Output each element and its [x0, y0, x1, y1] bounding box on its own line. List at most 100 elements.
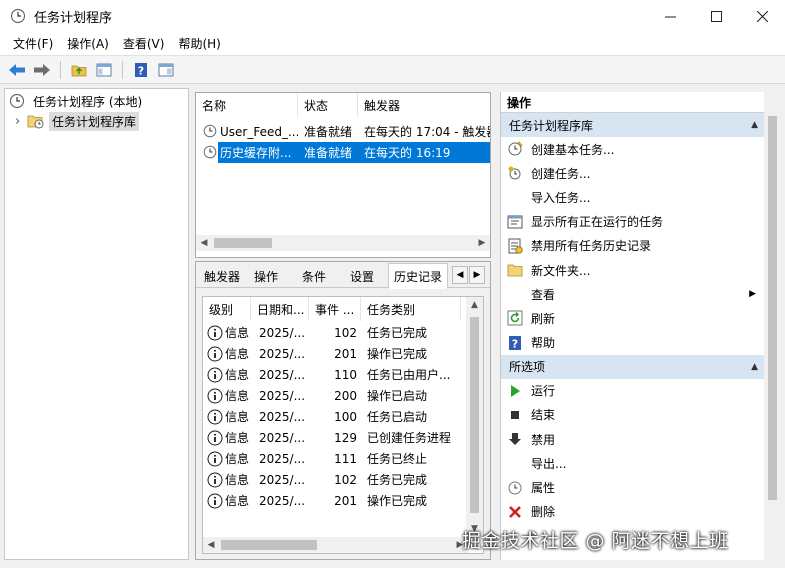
refresh-icon	[507, 310, 523, 326]
action-label: 显示所有正在运行的任务	[531, 215, 664, 230]
column-header-level[interactable]: 级别	[203, 297, 251, 321]
scrollbar-thumb[interactable]	[470, 317, 479, 513]
task-row-selected[interactable]: 历史缓存附... 准备就绪 在每天的 16:19	[196, 142, 490, 163]
action-item[interactable]: 查看 ▶	[501, 282, 764, 306]
history-level: 信息	[225, 368, 250, 382]
column-header-category[interactable]: 任务类别	[361, 297, 461, 321]
history-row[interactable]: 信息 2025/... 201 操作已完成	[203, 490, 467, 511]
column-header-event[interactable]: 事件 ...	[309, 297, 361, 321]
action-item[interactable]: 禁用所有任务历史记录	[501, 234, 764, 258]
history-row[interactable]: 信息 2025/... 201 操作已完成	[203, 343, 467, 364]
section-header-library[interactable]: 任务计划程序库 ▲	[501, 113, 764, 137]
action-item[interactable]: 显示所有正在运行的任务	[501, 210, 764, 234]
history-row[interactable]: 信息 2025/... 110 任务已由用户...	[203, 364, 467, 385]
run-icon	[507, 383, 523, 399]
minimize-icon	[664, 16, 676, 17]
action-item[interactable]: ? 帮助	[501, 331, 764, 355]
column-header-name[interactable]: 名称	[196, 93, 298, 117]
history-category: 已创建任务进程	[367, 431, 452, 445]
up-folder-button[interactable]	[68, 59, 90, 81]
tab-triggers[interactable]: 触发器	[200, 265, 244, 288]
action-item[interactable]: 创建任务...	[501, 161, 764, 185]
help-icon: ?	[507, 335, 523, 351]
tab-actions[interactable]: 操作	[248, 265, 284, 288]
maximize-button[interactable]	[693, 0, 739, 32]
show-action-pane-button[interactable]	[155, 59, 177, 81]
column-header-status[interactable]: 状态	[298, 93, 358, 117]
section-title: 所选项	[509, 360, 546, 375]
collapse-up-icon[interactable]: ▲	[751, 120, 758, 130]
horizontal-scrollbar[interactable]: ◀ ▶	[196, 235, 490, 251]
horizontal-scrollbar[interactable]: ◀ ▶	[203, 537, 468, 553]
menu-bar: 文件(F) 操作(A) 查看(V) 帮助(H)	[0, 32, 785, 56]
help-button[interactable]: ?	[130, 59, 152, 81]
history-category: 任务已完成	[367, 326, 428, 340]
scroll-left-icon[interactable]: ◀	[203, 537, 219, 553]
menu-help[interactable]: 帮助(H)	[171, 35, 227, 52]
task-row[interactable]: User_Feed_... 准备就绪 在每天的 17:04 - 触发器	[196, 121, 490, 142]
tab-conditions[interactable]: 条件	[292, 265, 336, 288]
forward-button[interactable]	[31, 59, 53, 81]
back-button[interactable]	[6, 59, 28, 81]
clock-icon	[203, 145, 217, 159]
show-hide-tree-button[interactable]	[93, 59, 115, 81]
history-event-id: 102	[334, 472, 357, 487]
action-item[interactable]: 导出...	[501, 451, 764, 475]
action-item[interactable]: 新文件夹...	[501, 258, 764, 282]
actions-vertical-scrollbar[interactable]	[764, 92, 781, 560]
action-item[interactable]: 创建基本任务...	[501, 137, 764, 161]
history-event-id: 129	[334, 430, 357, 445]
close-button[interactable]	[739, 0, 785, 32]
vertical-scrollbar[interactable]: ▲ ▼	[466, 297, 483, 537]
tab-history[interactable]: 历史记录	[388, 263, 448, 289]
action-item[interactable]: 禁用	[501, 427, 764, 451]
history-row[interactable]: 信息 2025/... 102 任务已完成	[203, 322, 467, 343]
tab-settings[interactable]: 设置	[340, 265, 384, 288]
tab-scroll-right-icon[interactable]: ▶	[469, 266, 485, 284]
tree-item-library[interactable]: › 任务计划程序库	[5, 111, 188, 131]
column-header-trigger[interactable]: 触发器	[358, 93, 490, 117]
history-row[interactable]: 信息 2025/... 200 操作已启动	[203, 385, 467, 406]
menu-view[interactable]: 查看(V)	[116, 35, 172, 52]
tree-root[interactable]: 任务计划程序 (本地)	[5, 91, 188, 111]
history-row[interactable]: 信息 2025/... 111 任务已终止	[203, 448, 467, 469]
clock-icon	[9, 93, 25, 109]
action-item[interactable]: 运行	[501, 379, 764, 403]
menu-file[interactable]: 文件(F)	[6, 35, 60, 52]
minimize-button[interactable]	[647, 0, 693, 32]
action-item[interactable]: 删除	[501, 500, 764, 524]
window-title: 任务计划程序	[34, 10, 113, 26]
action-label: 运行	[531, 384, 556, 399]
action-label: 删除	[531, 505, 556, 520]
close-icon	[756, 10, 768, 22]
expand-chevron-icon[interactable]: ›	[15, 114, 27, 129]
clock-icon	[203, 124, 217, 138]
history-level: 信息	[225, 473, 250, 487]
action-item[interactable]: 结束	[501, 403, 764, 427]
section-header-selected[interactable]: 所选项 ▲	[501, 354, 764, 379]
column-header-date[interactable]: 日期和...	[251, 297, 309, 321]
history-category: 任务已由用户...	[367, 368, 451, 382]
action-item[interactable]: 导入任务...	[501, 185, 764, 209]
history-row[interactable]: 信息 2025/... 129 已创建任务进程	[203, 427, 467, 448]
toolbar: ?	[0, 56, 785, 84]
action-label: 新文件夹...	[531, 263, 591, 278]
history-row[interactable]: 信息 2025/... 102 任务已完成	[203, 469, 467, 490]
scroll-up-icon[interactable]: ▲	[466, 297, 483, 313]
menu-action[interactable]: 操作(A)	[60, 35, 116, 52]
scrollbar-thumb[interactable]	[768, 116, 777, 500]
history-event-id: 201	[334, 493, 357, 508]
collapse-up-icon[interactable]: ▲	[751, 362, 758, 372]
action-item[interactable]: 刷新	[501, 306, 764, 330]
action-item[interactable]: 属性	[501, 475, 764, 499]
history-date: 2025/...	[259, 367, 306, 382]
tab-scroll-left-icon[interactable]: ◀	[452, 266, 468, 284]
info-icon	[207, 385, 225, 406]
scrollbar-thumb[interactable]	[221, 540, 317, 550]
history-event-id: 111	[334, 451, 357, 466]
scrollbar-thumb[interactable]	[214, 238, 272, 248]
scroll-right-icon[interactable]: ▶	[474, 235, 490, 251]
folder-icon	[507, 262, 523, 278]
history-row[interactable]: 信息 2025/... 100 任务已启动	[203, 406, 467, 427]
scroll-left-icon[interactable]: ◀	[196, 235, 212, 251]
